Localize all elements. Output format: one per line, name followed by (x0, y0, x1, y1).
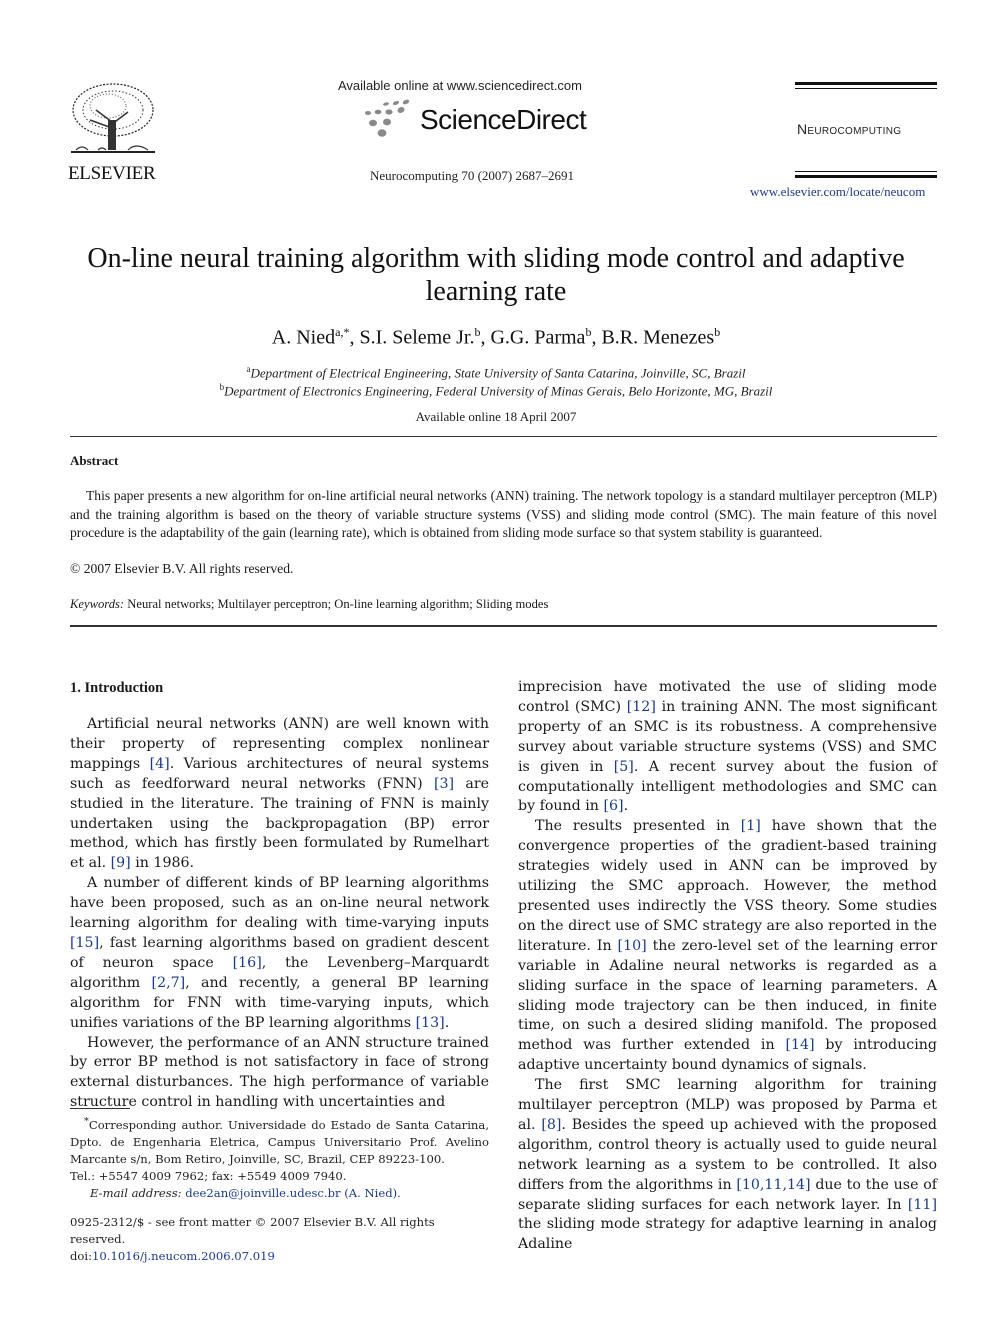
publisher-name: ELSEVIER (68, 163, 156, 184)
footnote-rule (70, 1108, 130, 1109)
citation-link[interactable]: [8] (541, 1117, 561, 1133)
journal-rule (795, 82, 937, 85)
body-text: . (623, 798, 629, 815)
sciencedirect-dots-icon (365, 99, 410, 137)
journal-rule (795, 88, 937, 89)
journal-rule (795, 175, 937, 178)
citation-link[interactable]: [16] (233, 955, 262, 971)
citation-link[interactable]: [5] (614, 759, 634, 775)
paragraph: A number of different kinds of BP learni… (70, 874, 489, 1033)
citation-link[interactable]: [13] (416, 1015, 445, 1031)
body-text: the sliding mode strategy for adaptive l… (518, 1216, 937, 1253)
left-column: Artificial neural networks (ANN) are wel… (70, 715, 489, 1113)
author-list: A. Nieda,*, S.I. Seleme Jr.b, G.G. Parma… (271, 325, 721, 349)
author-affiliation-mark: b (474, 325, 481, 339)
journal-url-link[interactable]: www.elsevier.com/locate/neucom (750, 184, 925, 200)
body-text: A number of different kinds of BP learni… (70, 875, 489, 932)
available-online-date: Available online 18 April 2007 (415, 409, 577, 424)
journal-citation: Neurocomputing 70 (2007) 2687–2691 (370, 168, 575, 183)
body-text: the zero-level set of the learning error… (518, 937, 937, 1054)
author-affiliation-mark: b (714, 325, 721, 339)
journal-rule (795, 171, 937, 172)
citation-link[interactable]: [4] (150, 756, 170, 772)
available-online-banner[interactable]: Available online at www.sciencedirect.co… (338, 78, 582, 93)
keywords: Keywords: Neural networks; Multilayer pe… (70, 597, 548, 612)
email-link[interactable]: dee2an@joinville.udesc.br (A. Nied). (185, 1186, 401, 1200)
issn-line: 0925-2312/$ - see front matter © 2007 El… (70, 1215, 435, 1246)
doi-label: doi: (70, 1249, 93, 1263)
email-label: E-mail address: (90, 1185, 182, 1200)
doi-link[interactable]: 10.1016/j.neucom.2006.07.019 (92, 1249, 275, 1263)
right-column: imprecision have motivated the use of sl… (518, 678, 937, 1255)
citation-link[interactable]: [6] (603, 798, 623, 814)
section-divider (70, 625, 937, 627)
citation-link[interactable]: [11] (908, 1197, 937, 1213)
citation-link[interactable]: [15] (70, 935, 99, 951)
citation-link[interactable]: [2,7] (152, 975, 186, 991)
citation-link[interactable]: [12] (627, 699, 656, 715)
abstract-copyright: © 2007 Elsevier B.V. All rights reserved… (70, 561, 294, 576)
body-text: . (444, 1014, 450, 1031)
section-divider (70, 436, 937, 437)
front-matter: 0925-2312/$ - see front matter © 2007 El… (70, 1214, 489, 1265)
citation-link[interactable]: [3] (434, 776, 454, 792)
journal-name: Neurocomputing (797, 121, 902, 137)
affiliation-text: Department of Electrical Engineering, St… (250, 365, 746, 381)
affiliation-b: bDepartment of Electronics Engineering, … (60, 382, 932, 399)
abstract-heading: Abstract (70, 453, 119, 468)
paragraph: The results presented in [1] have shown … (518, 817, 937, 1076)
author[interactable]: B.R. Menezes (601, 327, 714, 349)
paragraph: However, the performance of an ANN struc… (70, 1034, 489, 1114)
citation-link[interactable]: [10] (618, 938, 647, 954)
body-text: However, the performance of an ANN struc… (70, 1034, 489, 1111)
paragraph: Artificial neural networks (ANN) are wel… (70, 715, 489, 874)
elsevier-tree-icon (71, 83, 155, 153)
affiliation-a: aDepartment of Electrical Engineering, S… (60, 364, 932, 381)
citation-link[interactable]: [9] (111, 855, 131, 871)
sciencedirect-wordmark: ScienceDirect (420, 104, 587, 135)
keywords-list: Neural networks; Multilayer perceptron; … (127, 597, 549, 611)
article-title: On-line neural training algorithm with s… (87, 243, 905, 307)
paragraph: imprecision have motivated the use of sl… (518, 678, 937, 817)
citation-link[interactable]: [1] (741, 818, 761, 834)
footnote: *Corresponding author. Universidade do E… (70, 1113, 489, 1202)
corresponding-author-address: Corresponding author. Universidade do Es… (70, 1117, 489, 1166)
body-text: have shown that the convergence properti… (518, 818, 937, 954)
body-text: The results presented in (535, 818, 741, 835)
affiliation-text: Department of Electronics Engineering, F… (224, 383, 773, 399)
keywords-label: Keywords: (70, 597, 125, 611)
citation-link[interactable]: [10,11,14] (736, 1177, 810, 1193)
citation-link[interactable]: [14] (785, 1037, 814, 1053)
paragraph: The first SMC learning algorithm for tra… (518, 1076, 937, 1255)
abstract-text: This paper presents a new algorithm for … (70, 488, 937, 541)
author[interactable]: A. Nied (272, 327, 335, 349)
author-affiliation-mark: b (585, 325, 592, 339)
contact-phone-fax: Tel.: +5547 4009 7962; fax: +5549 4009 7… (70, 1168, 347, 1183)
author-affiliation-mark: a,* (335, 325, 350, 339)
section-heading-introduction: 1. Introduction (70, 680, 164, 696)
author[interactable]: G.G. Parma (490, 327, 585, 349)
author[interactable]: S.I. Seleme Jr. (359, 327, 474, 349)
sciencedirect-logo[interactable]: ScienceDirect (362, 98, 587, 142)
elsevier-logo[interactable]: ELSEVIER (68, 80, 162, 184)
body-text: in 1986. (130, 855, 195, 872)
